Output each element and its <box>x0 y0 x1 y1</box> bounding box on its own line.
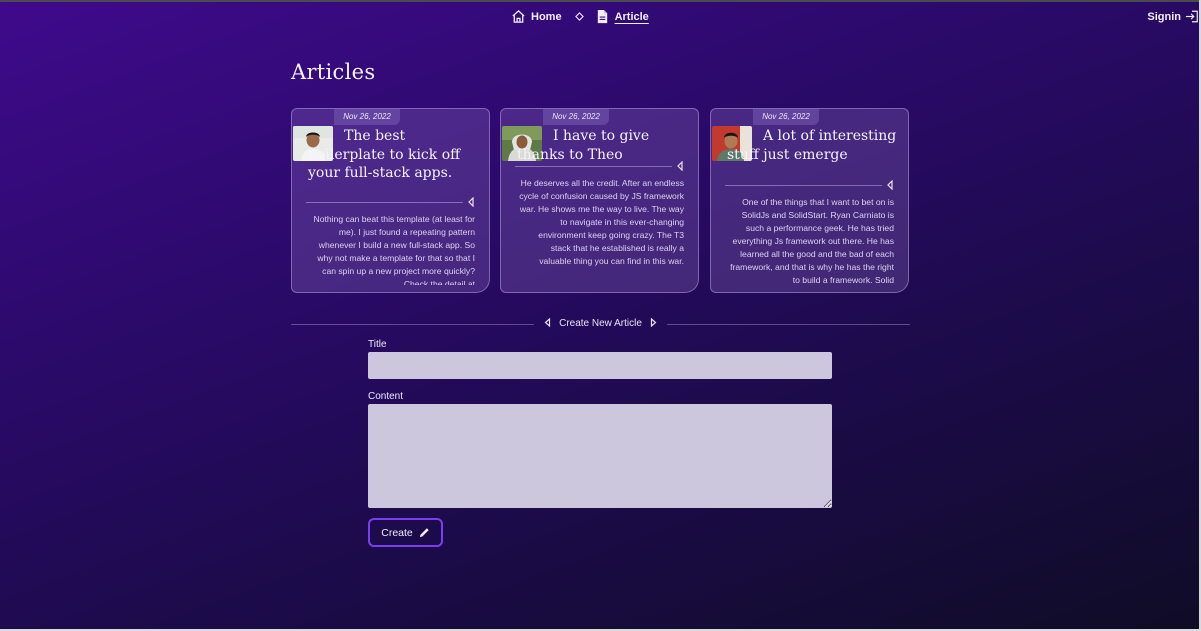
create-article-divider: Create New Article <box>291 317 910 331</box>
title-input[interactable] <box>368 352 832 379</box>
login-icon <box>1185 10 1198 23</box>
create-article-heading: Create New Article <box>291 317 910 331</box>
caret-left-icon[interactable] <box>467 197 475 207</box>
nav-home-link[interactable]: Home <box>511 9 562 24</box>
nav-home-label: Home <box>531 10 562 23</box>
card-divider <box>515 166 672 167</box>
content-textarea[interactable] <box>368 404 832 508</box>
article-excerpt: Nothing can beat this template (at least… <box>313 214 475 285</box>
create-button[interactable]: Create <box>368 518 443 547</box>
article-card[interactable]: Nov 26, 2022 The best boilerplate to kic… <box>291 108 490 293</box>
article-excerpt: One of the things that I want to bet on … <box>730 197 894 285</box>
nav-breadcrumb: Home Article <box>511 9 649 24</box>
article-excerpt: He deserves all the credit. After an end… <box>519 178 684 266</box>
article-title: The best boilerplate to kick off your fu… <box>308 128 461 181</box>
article-title: I have to give thanks to Theo <box>517 128 650 163</box>
caret-left-icon <box>544 318 551 327</box>
create-button-label: Create <box>381 526 413 539</box>
card-divider <box>306 202 463 203</box>
signin-label: Signin <box>1147 10 1181 23</box>
caret-right-icon <box>650 318 657 327</box>
content-label: Content <box>368 391 404 402</box>
article-date: Nov 26, 2022 <box>543 109 609 125</box>
article-date: Nov 26, 2022 <box>334 109 400 125</box>
article-title: A lot of interesting stuff just emerge <box>727 128 897 163</box>
pencil-icon <box>419 528 429 538</box>
home-icon <box>512 9 525 23</box>
window-top-border <box>0 0 1201 2</box>
caret-left-icon[interactable] <box>886 180 894 190</box>
title-label: Title <box>368 339 387 350</box>
top-nav: Home Article Signin <box>0 9 1201 27</box>
nav-article-link[interactable]: Article <box>595 9 649 24</box>
signin-button[interactable]: Signin <box>1147 9 1199 24</box>
article-date: Nov 26, 2022 <box>753 109 819 125</box>
page-title: Articles <box>291 60 376 84</box>
create-article-label: Create New Article <box>559 318 642 329</box>
article-card[interactable]: Nov 26, 2022 I have to give thanks to Th… <box>500 108 699 293</box>
card-divider <box>725 185 882 186</box>
article-card[interactable]: Nov 26, 2022 A lot of interesting stuff … <box>710 108 909 293</box>
caret-left-icon[interactable] <box>676 161 684 171</box>
document-icon <box>597 9 607 24</box>
nav-article-label: Article <box>614 10 649 23</box>
diamond-icon <box>574 12 584 21</box>
